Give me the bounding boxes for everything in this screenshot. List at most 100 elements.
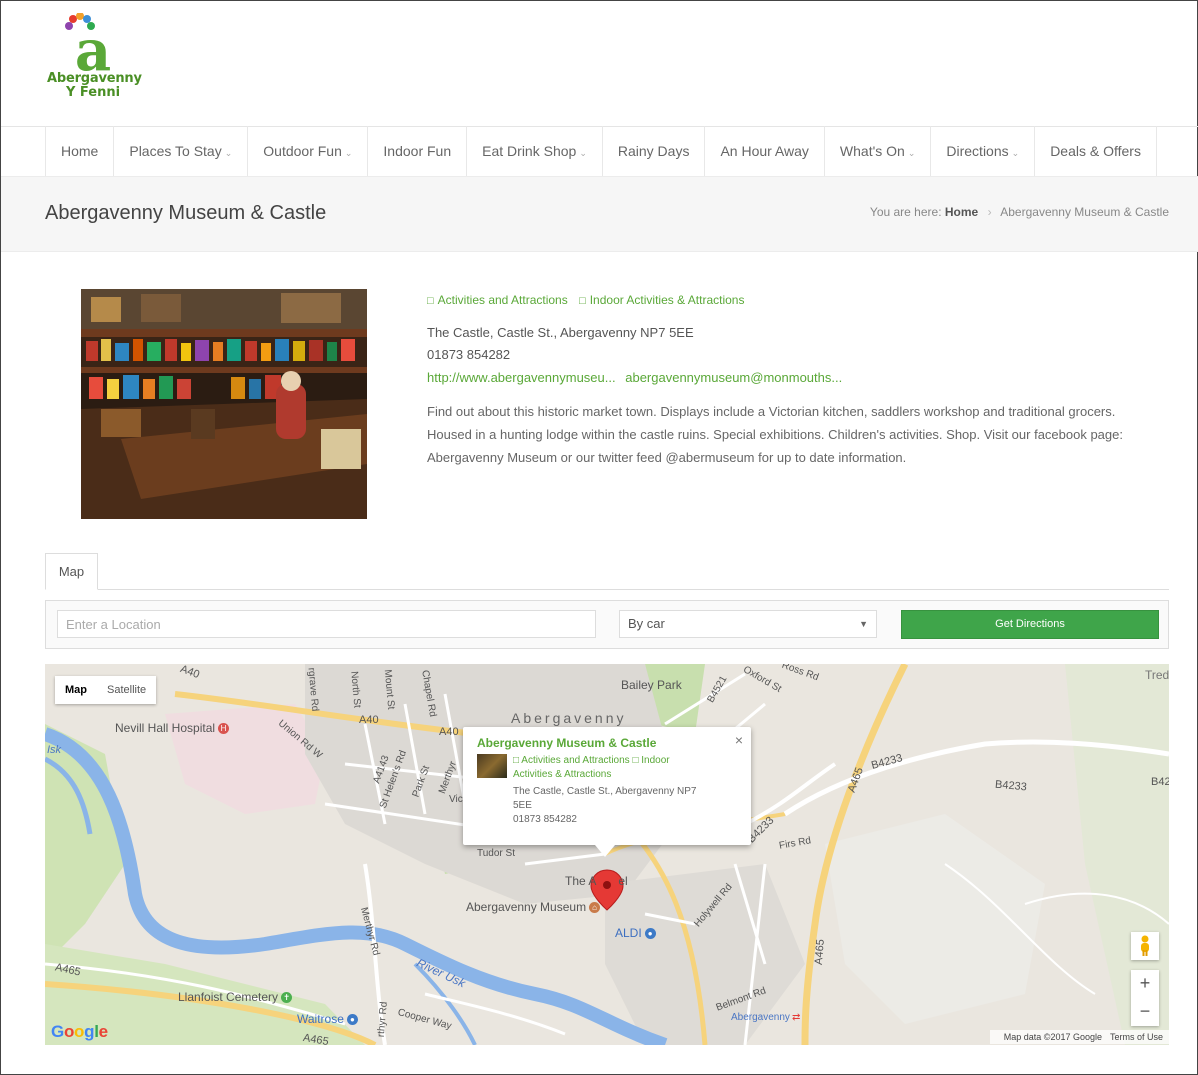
tab-divider xyxy=(45,589,1169,590)
listing-details: □ Activities and Attractions □ Indoor Acti… xyxy=(427,293,1147,469)
map-label-road: B42 xyxy=(1151,776,1169,788)
zoom-in-button[interactable]: + xyxy=(1131,970,1159,998)
listing-photo xyxy=(81,289,367,519)
directions-form: By car ▼ Get Directions xyxy=(45,600,1169,649)
location-input[interactable] xyxy=(57,610,596,638)
map-label-hospital: Nevill Hall Hospital H xyxy=(115,721,230,735)
nav-places-to-stay[interactable]: Places To Stay ⌄ xyxy=(114,126,249,176)
chevron-down-icon: ⌄ xyxy=(907,148,916,158)
map-label-town: Abergavenny xyxy=(511,710,627,726)
category-link[interactable]: Indoor xyxy=(641,755,669,766)
nav-whats-on[interactable]: What's On ⌄ xyxy=(825,126,932,176)
info-window-body: □ Activities and Attractions □ Indoor Ac… xyxy=(513,754,737,827)
logo-mark-icon: a xyxy=(65,13,111,73)
google-logo[interactable]: Google xyxy=(51,1022,108,1042)
map-attribution: Map data ©2017 Google Terms of Use xyxy=(989,1030,1169,1044)
chevron-right-icon: › xyxy=(987,205,992,219)
listing-address: The Castle, Castle St., Abergavenny NP7 … xyxy=(427,325,694,340)
category-link[interactable]: Activities and Attractions xyxy=(438,293,568,307)
listing-phone: 01873 854282 xyxy=(427,347,511,362)
map-label-river: Isk xyxy=(47,744,62,756)
nav-eat-drink-shop[interactable]: Eat Drink Shop ⌄ xyxy=(467,126,603,176)
label-text: The A xyxy=(565,874,597,888)
label-text: el xyxy=(618,874,628,888)
nav-label: Rainy Days xyxy=(617,143,690,159)
info-window-categories: □ Activities and Attractions □ Indoor xyxy=(513,754,737,768)
nav-deals-offers[interactable]: Deals & Offers xyxy=(1035,126,1157,176)
street-view-pegman-icon[interactable] xyxy=(1131,932,1159,960)
label-text: Abergavenny xyxy=(731,1012,790,1023)
map-label-museum: Abergavenny Museum ⌂ xyxy=(466,900,601,914)
map-type-satellite-button[interactable]: Satellite xyxy=(97,676,156,704)
label-text: Abergavenny Museum xyxy=(466,900,587,914)
breadcrumb-prefix: You are here: xyxy=(869,205,942,219)
nav-label: Deals & Offers xyxy=(1050,143,1141,159)
info-window-address-line2: 5EE xyxy=(513,800,532,811)
listing-links: http://www.abergavennymuseu... abergaven… xyxy=(427,366,1147,390)
map-data-credit: Map data ©2017 Google xyxy=(1003,1032,1102,1042)
map-view[interactable]: Map Satellite Nevill Hall Hospital H Aber… xyxy=(45,664,1169,1045)
info-window-title[interactable]: Abergavenny Museum & Castle xyxy=(477,736,737,750)
zoom-out-button[interactable]: − xyxy=(1131,998,1159,1026)
hospital-icon: H xyxy=(218,723,230,735)
shop-icon: ● xyxy=(346,1014,358,1026)
email-link[interactable]: abergavennymuseum@monmouths... xyxy=(625,370,842,385)
logo-text-welsh: Y Fenni xyxy=(65,85,121,100)
get-directions-button[interactable]: Get Directions xyxy=(901,610,1159,639)
nav-label: Home xyxy=(61,143,99,159)
breadcrumb-home-link[interactable]: Home xyxy=(945,205,978,219)
category-link[interactable]: Activities & Attractions xyxy=(513,768,737,782)
travel-mode-select[interactable]: By car ▼ xyxy=(619,610,877,638)
nav-directions[interactable]: Directions ⌄ xyxy=(931,126,1036,176)
nav-label: Directions xyxy=(946,143,1009,159)
cemetery-icon: ✝ xyxy=(281,992,293,1004)
category-link[interactable]: Activities and Attractions xyxy=(521,755,629,766)
museum-interior-image xyxy=(81,289,367,519)
dropdown-arrow-icon: ▼ xyxy=(859,619,868,629)
map-label-castle: The A el xyxy=(565,874,628,888)
rail-icon: ⇄ xyxy=(791,1012,801,1023)
map-label-road: A40 xyxy=(439,726,459,738)
map-label-station: Abergavenny ⇄ xyxy=(731,1012,800,1023)
map-label-street: Vic xyxy=(449,794,463,805)
svg-text:a: a xyxy=(75,18,111,73)
map-label-road: A465 xyxy=(812,938,827,966)
terms-of-use-link[interactable]: Terms of Use xyxy=(1110,1032,1163,1042)
category-link[interactable]: Indoor Activities & Attractions xyxy=(590,293,745,307)
listing-categories: □ Activities and Attractions □ Indoor Acti… xyxy=(427,293,1147,307)
map-type-control: Map Satellite xyxy=(55,676,157,704)
info-window-phone: 01873 854282 xyxy=(513,814,577,825)
label-text: Waitrose xyxy=(297,1012,344,1026)
nav-home[interactable]: Home xyxy=(46,126,115,176)
pegman-icon xyxy=(1141,935,1149,956)
logo-text-english: Abergavenny xyxy=(47,71,142,86)
tab-map[interactable]: Map xyxy=(45,553,98,590)
map-type-map-button[interactable]: Map xyxy=(55,676,97,704)
close-icon[interactable]: × xyxy=(735,732,743,748)
nav-rainy-days[interactable]: Rainy Days xyxy=(603,126,706,176)
page-title-bar: Abergavenny Museum & Castle You are here… xyxy=(1,176,1198,252)
map-label-aldi: ALDI ● xyxy=(615,926,656,940)
site-logo[interactable]: a Abergavenny Y Fenni xyxy=(47,13,142,103)
label-text: Nevill Hall Hospital xyxy=(115,721,216,735)
info-window-address: The Castle, Castle St., Abergavenny NP7 xyxy=(513,786,697,797)
museum-icon: ⌂ xyxy=(589,902,601,914)
nav-an-hour-away[interactable]: An Hour Away xyxy=(705,126,825,176)
nav-label: What's On xyxy=(839,143,905,159)
shop-icon: ● xyxy=(644,928,656,940)
label-text: ALDI xyxy=(615,926,642,940)
nav-outdoor-fun[interactable]: Outdoor Fun ⌄ xyxy=(248,126,369,176)
map-label-road: A40 xyxy=(359,714,379,726)
page-title: Abergavenny Museum & Castle xyxy=(45,202,327,224)
nav-indoor-fun[interactable]: Indoor Fun xyxy=(368,126,468,176)
chevron-down-icon: ⌄ xyxy=(1011,148,1020,158)
folder-icon: □ xyxy=(427,295,434,307)
nav-label: Eat Drink Shop xyxy=(482,143,577,159)
map-label-street: Tudor St xyxy=(477,848,515,859)
zoom-control: + − xyxy=(1131,970,1159,1026)
nav-label: Outdoor Fun xyxy=(263,143,342,159)
breadcrumb: You are here: Home › Abergavenny Museum … xyxy=(870,205,1169,219)
breadcrumb-current: Abergavenny Museum & Castle xyxy=(1000,205,1169,219)
listing-description: Find out about this historic market town… xyxy=(427,404,1123,465)
website-link[interactable]: http://www.abergavennymuseu... xyxy=(427,370,616,385)
